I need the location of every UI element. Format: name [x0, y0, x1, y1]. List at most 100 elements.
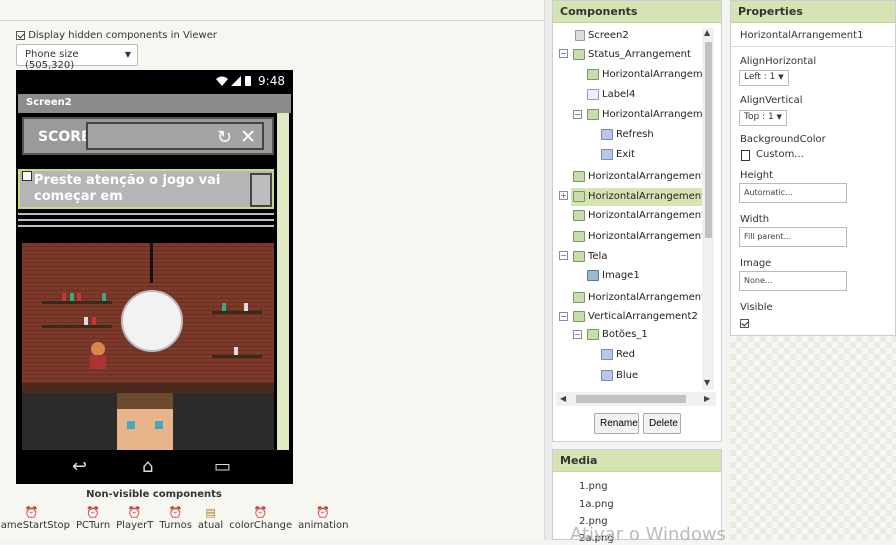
- components-tree[interactable]: Screen2 − Status_Arrangement HorizontalA…: [557, 25, 707, 391]
- tree-node-label: HorizontalArrangement1: [588, 191, 707, 202]
- nonvisible-label: colorChange: [229, 520, 293, 531]
- tree-horizontal-scrollbar[interactable]: ◀ ▶: [556, 392, 716, 406]
- align-vertical-label: AlignVertical: [740, 95, 803, 106]
- image-field[interactable]: None...: [739, 271, 847, 291]
- tree-node-label: Image1: [602, 270, 640, 281]
- nonvisible-component[interactable]: ⏰ GameStartStop: [0, 506, 73, 531]
- tree-node-label: HorizontalArrangement: [602, 109, 707, 120]
- nonvisible-component[interactable]: ⏰ colorChange: [226, 506, 295, 531]
- align-horizontal-label: AlignHorizontal: [740, 56, 817, 67]
- screen-icon: [575, 29, 585, 41]
- button-icon: [601, 348, 613, 360]
- delete-button[interactable]: Delete: [643, 413, 681, 434]
- tree-node-image1[interactable]: Image1: [587, 267, 640, 285]
- nonvisible-components-title: Non-visible components: [86, 489, 222, 500]
- panel-divider: [544, 0, 552, 540]
- clock-icon: ⏰: [86, 506, 100, 519]
- rename-button[interactable]: Rename: [594, 413, 639, 434]
- tree-node-tela[interactable]: Tela: [573, 248, 607, 266]
- tree-node-label: Tela: [588, 251, 608, 262]
- status-time: 9:48: [258, 74, 285, 88]
- visible-checkbox[interactable]: [740, 319, 749, 328]
- height-label: Height: [740, 170, 774, 181]
- arrangement-divider: [18, 219, 274, 221]
- scroll-left-icon[interactable]: ◀: [560, 394, 566, 403]
- align-horizontal-select[interactable]: Left : 1 ▼: [739, 70, 789, 86]
- tree-vertical-scrollbar[interactable]: ▲ ▼: [702, 28, 714, 390]
- chevron-down-icon: ▼: [778, 73, 784, 81]
- nonvisible-label: GameStartStop: [0, 520, 70, 531]
- height-field[interactable]: Automatic...: [739, 183, 847, 203]
- tree-node-exit[interactable]: Exit: [601, 146, 635, 164]
- collapse-toggle-icon[interactable]: −: [559, 312, 568, 321]
- align-vertical-value: Top : 1: [744, 112, 774, 122]
- tree-node-blue[interactable]: Blue: [601, 367, 638, 385]
- collapse-toggle-icon[interactable]: −: [573, 330, 582, 339]
- nonvisible-component[interactable]: ⏰ PCTurn: [73, 506, 113, 531]
- align-vertical-select[interactable]: Top : 1 ▼: [739, 110, 787, 126]
- display-hidden-checkbox[interactable]: [16, 30, 25, 40]
- activation-watermark: Ativar o Windows: [570, 524, 726, 545]
- width-field[interactable]: Fill parent...: [739, 227, 847, 247]
- status-arrangement[interactable]: SCORE ↻ ✕: [22, 117, 274, 155]
- phone-status-bar: 9:48: [16, 70, 293, 94]
- background-color-value[interactable]: Custom...: [756, 149, 804, 160]
- close-icon[interactable]: ✕: [240, 126, 256, 148]
- tree-node-horizontal-arrangement5[interactable]: HorizontalArrangement5: [573, 228, 707, 246]
- nonvisible-component[interactable]: ▤ atual: [195, 506, 226, 531]
- display-hidden-toggle[interactable]: Display hidden components in Viewer: [16, 30, 217, 41]
- horizontal-arrangement-icon: [573, 190, 585, 202]
- arrangement-divider: [18, 225, 274, 227]
- tree-node-horizontal-arrangement6[interactable]: HorizontalArrangement6: [573, 289, 707, 307]
- phone-size-select[interactable]: Phone size (505,320) ▼: [16, 44, 138, 71]
- horizontal-arrangement-icon: [573, 209, 585, 221]
- tree-node-screen2[interactable]: Screen2: [575, 27, 629, 45]
- tree-node-horizontal-arrangement[interactable]: HorizontalArrangement: [587, 106, 707, 124]
- scroll-right-icon[interactable]: ▶: [704, 394, 710, 403]
- tree-node-botoes-1[interactable]: Botões_1: [587, 326, 648, 344]
- tree-node-label: HorizontalArrangement2: [588, 210, 707, 221]
- collapse-toggle-icon[interactable]: −: [559, 49, 568, 58]
- collapse-toggle-icon[interactable]: −: [559, 251, 568, 260]
- tree-node-refresh[interactable]: Refresh: [601, 126, 654, 144]
- tree-node-vertical-arrangement2[interactable]: VerticalArrangement2: [573, 308, 698, 326]
- color-swatch[interactable]: [741, 150, 750, 161]
- media-file[interactable]: 1a.png: [579, 499, 614, 510]
- nonvisible-component[interactable]: ⏰ animation: [295, 506, 351, 531]
- align-horizontal-value: Left : 1: [744, 72, 776, 82]
- tree-node-label: Label4: [602, 89, 636, 100]
- tree-node-horizontal-arrangement[interactable]: HorizontalArrangement: [587, 66, 707, 84]
- scroll-up-icon[interactable]: ▲: [704, 28, 710, 37]
- nonvisible-component[interactable]: ⏰ Turnos: [156, 506, 195, 531]
- nonvisible-label: atual: [197, 520, 224, 531]
- countdown-box: [250, 173, 272, 207]
- tree-node-label: HorizontalArrangement4: [588, 171, 707, 182]
- scrollbar-thumb[interactable]: [705, 42, 712, 238]
- clock-icon: ⏰: [316, 506, 331, 519]
- game-scene-image: [22, 243, 274, 450]
- image-icon: [587, 269, 599, 281]
- horizontal-arrangement-1[interactable]: Preste atenção o jogo vai começar em: [18, 169, 274, 209]
- tree-node-status-arrangement[interactable]: Status_Arrangement: [573, 46, 691, 64]
- phone-size-value: Phone size (505,320): [25, 49, 79, 71]
- tree-node-label: Status_Arrangement: [588, 49, 691, 60]
- tree-node-horizontal-arrangement1[interactable]: HorizontalArrangement1: [571, 188, 707, 206]
- nonvisible-label: PlayerT: [116, 520, 154, 531]
- horizontal-arrangement-icon: [573, 291, 585, 303]
- screen-body[interactable]: SCORE ↻ ✕ Preste atenção o jogo vai come…: [18, 113, 291, 450]
- tree-node-horizontal-arrangement2[interactable]: HorizontalArrangement2: [573, 207, 707, 225]
- refresh-icon[interactable]: ↻: [217, 127, 232, 148]
- width-label: Width: [740, 214, 770, 225]
- tree-node-label4[interactable]: Label4: [587, 86, 635, 104]
- collapse-toggle-icon[interactable]: −: [573, 110, 582, 119]
- tree-node-horizontal-arrangement4[interactable]: HorizontalArrangement4: [573, 168, 707, 186]
- tree-node-label: HorizontalArrangement6: [588, 292, 707, 303]
- clock-icon: ⏰: [127, 506, 142, 519]
- nonvisible-component[interactable]: ⏰ PlayerT: [113, 506, 156, 531]
- scrollbar-thumb[interactable]: [576, 395, 686, 403]
- expand-toggle-icon[interactable]: +: [559, 191, 568, 200]
- tree-node-red[interactable]: Red: [601, 346, 635, 364]
- selected-component-name: HorizontalArrangement1: [740, 30, 864, 41]
- media-file[interactable]: 1.png: [579, 481, 608, 492]
- scroll-down-icon[interactable]: ▼: [704, 378, 710, 387]
